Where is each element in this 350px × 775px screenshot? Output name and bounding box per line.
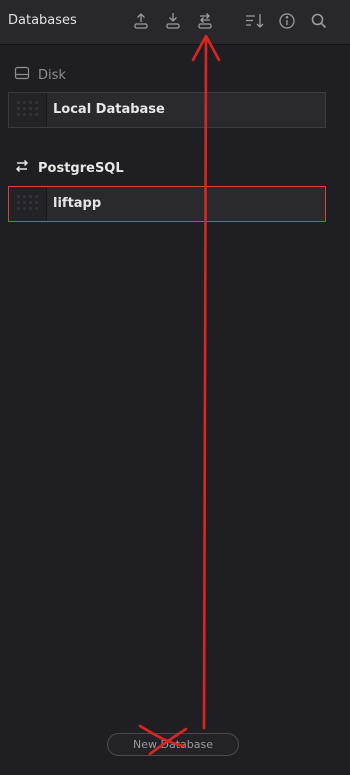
databases-panel: Databases Disk Local Database PostgreSQL… bbox=[0, 0, 350, 775]
panel-header: Databases bbox=[0, 0, 350, 45]
database-thumbnail bbox=[9, 93, 47, 127]
swap-arrows-icon bbox=[14, 158, 30, 178]
database-name: liftapp bbox=[53, 196, 102, 211]
annotation-arrow-shaft bbox=[202, 36, 208, 730]
panel-title: Databases bbox=[8, 13, 77, 28]
database-thumbnail bbox=[9, 187, 47, 221]
download-icon[interactable] bbox=[162, 10, 184, 32]
info-icon[interactable] bbox=[276, 10, 298, 32]
sort-icon[interactable] bbox=[244, 10, 266, 32]
new-database-button[interactable]: New Database bbox=[107, 733, 239, 756]
section-disk: Disk bbox=[14, 66, 66, 84]
database-name: Local Database bbox=[53, 102, 165, 117]
database-item-liftapp[interactable]: liftapp bbox=[8, 186, 326, 222]
search-icon[interactable] bbox=[308, 10, 330, 32]
section-postgresql: PostgreSQL bbox=[14, 159, 124, 177]
section-label-postgresql: PostgreSQL bbox=[38, 160, 124, 176]
swap-icon[interactable] bbox=[194, 10, 216, 32]
section-label-disk: Disk bbox=[38, 67, 66, 83]
database-item-local[interactable]: Local Database bbox=[8, 92, 326, 128]
upload-icon[interactable] bbox=[130, 10, 152, 32]
disk-icon bbox=[14, 65, 30, 85]
